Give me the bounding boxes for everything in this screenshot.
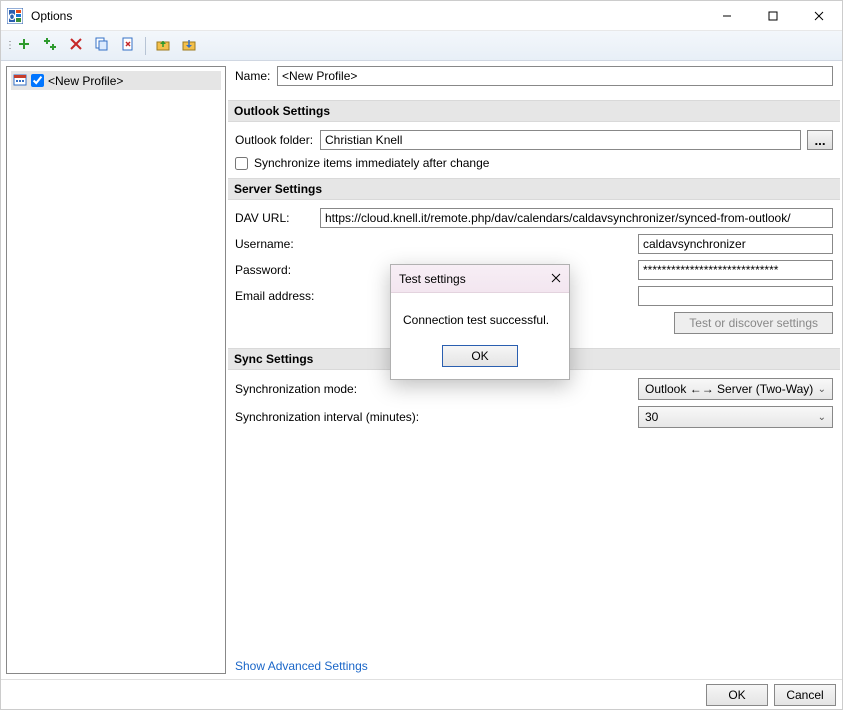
- toolbar-grip: ⋮: [5, 44, 9, 48]
- modal-close-button[interactable]: [551, 272, 561, 286]
- sync-mode-select[interactable]: Outlook ←→ Server (Two-Way) ⌄: [638, 378, 833, 400]
- sync-interval-value: 30: [645, 410, 658, 424]
- toolbar: ⋮: [1, 31, 842, 61]
- chevron-down-icon: ⌄: [818, 384, 826, 395]
- profile-item[interactable]: <New Profile>: [11, 71, 221, 90]
- clear-button[interactable]: [117, 35, 139, 57]
- copy-button[interactable]: [91, 35, 113, 57]
- test-settings-button[interactable]: Test or discover settings: [674, 312, 833, 334]
- minimize-button[interactable]: [704, 1, 750, 31]
- modal-title: Test settings: [399, 272, 466, 286]
- password-input[interactable]: [638, 260, 833, 280]
- app-icon: O: [7, 8, 23, 24]
- cancel-button[interactable]: Cancel: [774, 684, 836, 706]
- x-icon: [70, 38, 82, 53]
- toolbar-separator: [145, 37, 146, 55]
- folder-down-icon: [182, 37, 196, 54]
- outlook-settings-header: Outlook Settings: [228, 100, 840, 122]
- username-input[interactable]: [638, 234, 833, 254]
- new-multiple-button[interactable]: [39, 35, 61, 57]
- new-profile-button[interactable]: [13, 35, 35, 57]
- name-label: Name:: [235, 69, 277, 83]
- profile-checkbox[interactable]: [31, 74, 44, 87]
- modal-ok-button[interactable]: OK: [442, 345, 518, 367]
- dialog-footer: OK Cancel: [1, 679, 842, 709]
- outlook-folder-label: Outlook folder:: [235, 133, 320, 147]
- titlebar[interactable]: O Options: [1, 1, 842, 31]
- email-label: Email address:: [235, 289, 320, 303]
- sync-interval-select[interactable]: 30 ⌄: [638, 406, 833, 428]
- test-settings-dialog: Test settings Connection test successful…: [390, 264, 570, 380]
- calendar-icon: [13, 72, 27, 89]
- outlook-folder-input[interactable]: [320, 130, 801, 150]
- sync-immediately-checkbox[interactable]: [235, 157, 248, 170]
- svg-text:O: O: [8, 12, 15, 22]
- ok-button[interactable]: OK: [706, 684, 768, 706]
- modal-message: Connection test successful.: [403, 313, 549, 327]
- import-button[interactable]: [152, 35, 174, 57]
- plus-multi-icon: [43, 37, 57, 54]
- server-settings-header: Server Settings: [228, 178, 840, 200]
- davurl-label: DAV URL:: [235, 211, 320, 225]
- close-button[interactable]: [796, 1, 842, 31]
- plus-icon: [17, 37, 31, 54]
- export-button[interactable]: [178, 35, 200, 57]
- chevron-down-icon: ⌄: [818, 412, 826, 423]
- profile-label: <New Profile>: [48, 74, 123, 88]
- delete-button[interactable]: [65, 35, 87, 57]
- show-advanced-link[interactable]: Show Advanced Settings: [231, 653, 837, 679]
- copy-icon: [95, 37, 109, 54]
- password-label: Password:: [235, 263, 320, 277]
- doc-x-icon: [121, 37, 135, 54]
- window-title: Options: [29, 9, 704, 23]
- davurl-input[interactable]: [320, 208, 833, 228]
- browse-folder-button[interactable]: ...: [807, 130, 833, 150]
- sync-mode-value: Outlook ←→ Server (Two-Way): [645, 382, 813, 396]
- sync-immediately-label: Synchronize items immediately after chan…: [254, 156, 489, 170]
- username-label: Username:: [235, 237, 320, 251]
- name-input[interactable]: [277, 66, 833, 86]
- email-input[interactable]: [638, 286, 833, 306]
- folder-up-icon: [156, 37, 170, 54]
- sync-interval-label: Synchronization interval (minutes):: [235, 410, 435, 424]
- sync-mode-label: Synchronization mode:: [235, 382, 435, 396]
- maximize-button[interactable]: [750, 1, 796, 31]
- close-icon: [551, 273, 561, 283]
- profile-tree[interactable]: <New Profile>: [6, 66, 226, 674]
